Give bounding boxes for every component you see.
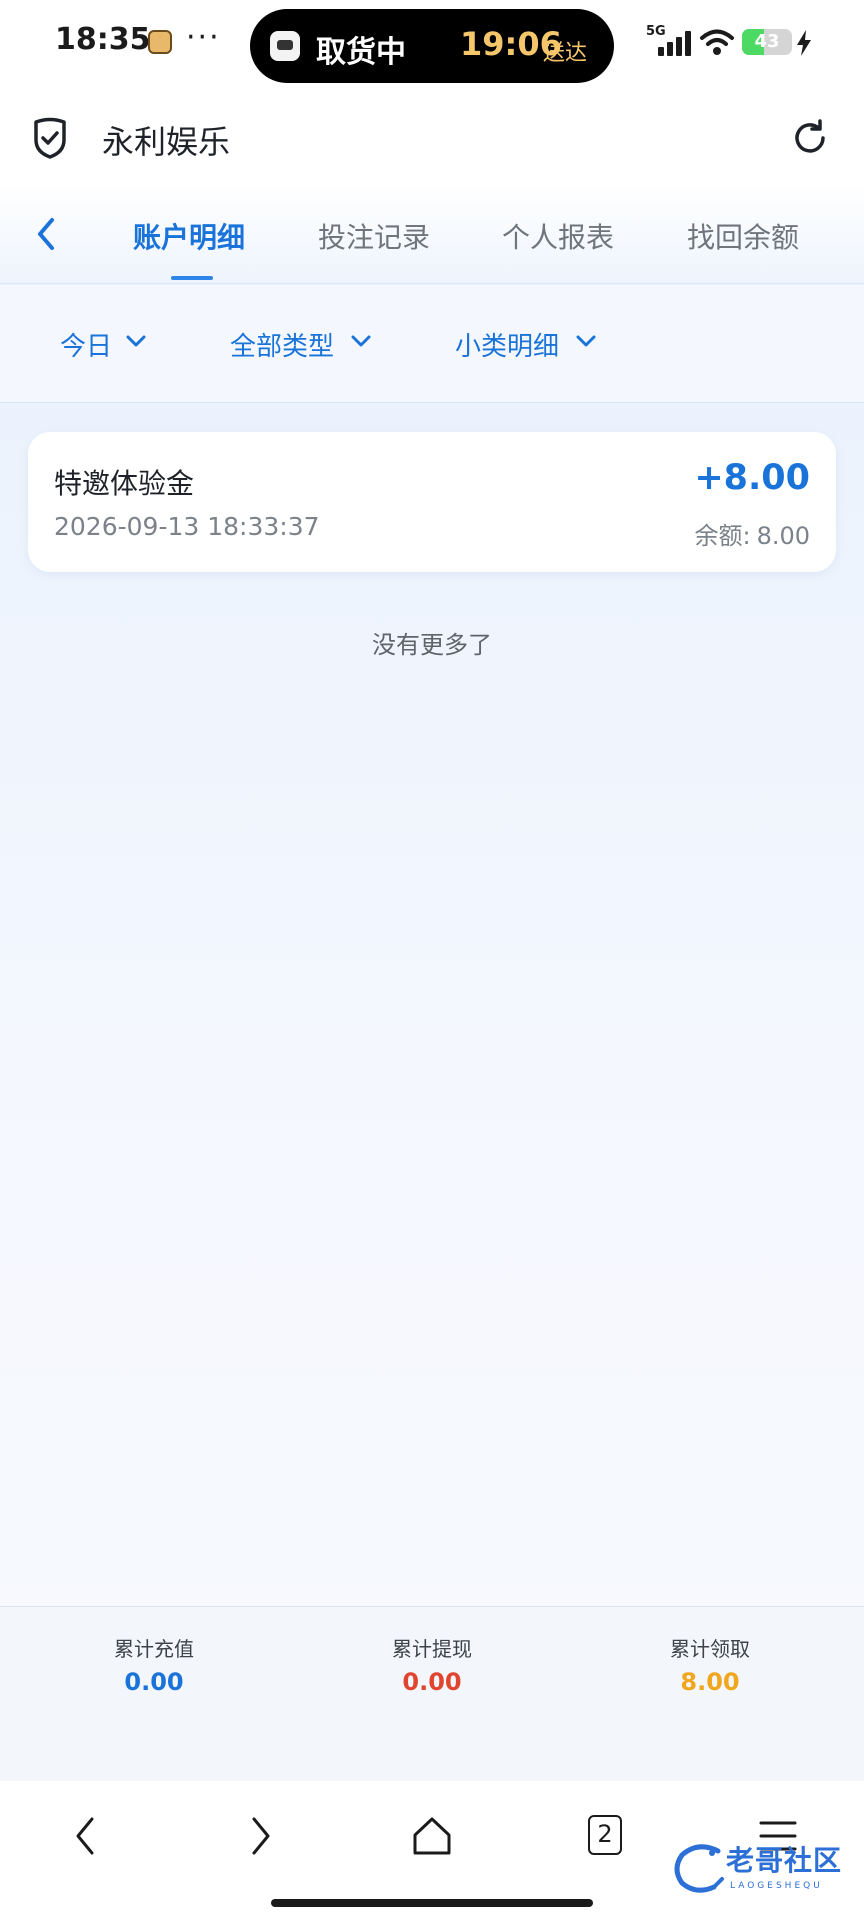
more-notifications-icon: ··· bbox=[186, 20, 221, 55]
chevron-down-icon[interactable] bbox=[350, 333, 372, 349]
summary-recharge-label: 累计充值 bbox=[114, 1637, 194, 1661]
summary-claimed-value: 8.00 bbox=[680, 1668, 740, 1696]
watermark-text: 老哥社区 bbox=[726, 1844, 843, 1877]
active-tab-indicator bbox=[171, 276, 213, 280]
tab-account-details[interactable]: 账户明细 bbox=[133, 216, 245, 256]
chevron-down-icon[interactable] bbox=[575, 333, 597, 349]
browser-back-icon[interactable] bbox=[62, 1811, 112, 1861]
wifi-icon bbox=[700, 29, 734, 55]
battery-icon: 43 bbox=[742, 29, 792, 55]
watermark: 老哥社区 LAOGESHEQU bbox=[668, 1839, 858, 1899]
page-title: 永利娱乐 bbox=[102, 123, 231, 161]
refresh-icon[interactable] bbox=[790, 118, 830, 158]
record-balance-label: 余额: bbox=[694, 522, 751, 550]
record-balance-value: 8.00 bbox=[756, 522, 810, 550]
summary-claimed: 累计领取 8.00 bbox=[600, 1633, 820, 1696]
filter-type[interactable]: 全部类型 bbox=[230, 326, 334, 363]
record-title: 特邀体验金 bbox=[54, 467, 195, 500]
watermark-subtext: LAOGESHEQU bbox=[730, 1881, 823, 1891]
filter-bar: 今日 全部类型 小类明细 bbox=[0, 285, 864, 403]
summary-recharge: 累计充值 0.00 bbox=[44, 1633, 264, 1696]
battery-percent: 43 bbox=[754, 31, 780, 52]
summary-bar: 累计充值 0.00 累计提现 0.00 累计领取 8.00 bbox=[0, 1606, 864, 1781]
status-time: 18:35 bbox=[55, 22, 151, 57]
filter-subcategory[interactable]: 小类明细 bbox=[455, 326, 559, 363]
record-time: 2026-09-13 18:33:37 bbox=[54, 512, 320, 541]
back-icon[interactable] bbox=[30, 212, 66, 256]
app-header: 永利娱乐 bbox=[0, 88, 864, 184]
browser-forward-icon[interactable] bbox=[234, 1811, 284, 1861]
delivery-app-icon bbox=[270, 31, 300, 61]
summary-withdraw: 累计提现 0.00 bbox=[322, 1633, 542, 1696]
tab-recover-balance[interactable]: 找回余额 bbox=[687, 216, 799, 256]
browser-nav-bar: 2 老哥社区 LAOGESHEQU bbox=[0, 1781, 864, 1920]
home-indicator[interactable] bbox=[271, 1899, 593, 1907]
delivery-status: 取货中 bbox=[316, 35, 406, 70]
summary-recharge-value: 0.00 bbox=[124, 1668, 184, 1696]
signal-icon bbox=[658, 30, 692, 56]
summary-withdraw-value: 0.00 bbox=[402, 1668, 462, 1696]
dynamic-island-delivery[interactable]: 取货中 19:06 送达 bbox=[250, 9, 614, 83]
shield-check-icon bbox=[34, 117, 66, 159]
home-icon[interactable] bbox=[407, 1811, 457, 1861]
tab-bar: 账户明细 投注记录 个人报表 找回余额 bbox=[0, 184, 864, 284]
summary-withdraw-label: 累计提现 bbox=[392, 1637, 472, 1661]
charging-icon bbox=[797, 30, 811, 56]
delivery-eta-label: 送达 bbox=[543, 41, 588, 66]
tab-personal-report[interactable]: 个人报表 bbox=[502, 216, 614, 256]
chevron-down-icon[interactable] bbox=[125, 333, 147, 349]
record-balance: 余额: 8.00 bbox=[694, 516, 810, 551]
filter-date[interactable]: 今日 bbox=[60, 326, 112, 363]
record-card[interactable]: 特邀体验金 2026-09-13 18:33:37 +8.00 余额: 8.00 bbox=[28, 432, 836, 572]
notification-app-icon bbox=[148, 30, 172, 54]
record-amount: +8.00 bbox=[694, 458, 810, 498]
no-more-text: 没有更多了 bbox=[372, 631, 492, 659]
dragon-logo-icon bbox=[674, 1844, 724, 1893]
summary-claimed-label: 累计领取 bbox=[670, 1637, 750, 1661]
tab-bet-records[interactable]: 投注记录 bbox=[318, 216, 430, 256]
status-bar: 18:35 ··· 取货中 19:06 送达 5G 43 bbox=[0, 0, 864, 88]
tabs-count-button[interactable]: 2 bbox=[588, 1815, 622, 1855]
